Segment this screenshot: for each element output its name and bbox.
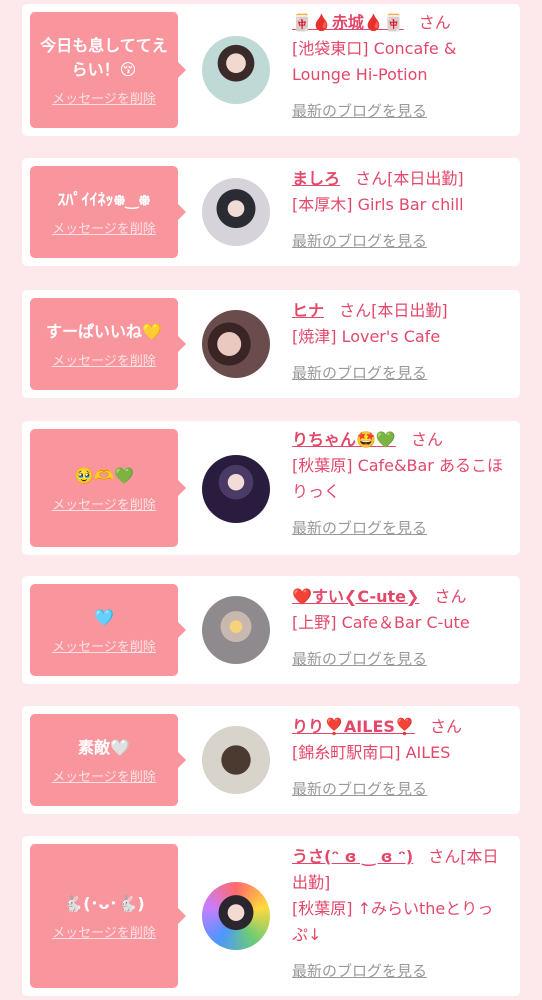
cast-suffix: さん (434, 587, 467, 606)
cast-info: ❤️すい❮C-ute❯ さん [上野] Cafe＆Bar C-ute 最新のブロ… (292, 584, 506, 672)
delete-message-link[interactable]: メッセージを削除 (52, 88, 156, 107)
message-text: 今日も息しててえらい！😚 (40, 35, 168, 79)
message-text: 素敵🤍 (78, 737, 130, 757)
cast-name-link[interactable]: うさ(ᵔ ɞ ‿ ɞ ᵔ) (292, 847, 413, 866)
shop-name: [池袋東口] Concafe & Lounge Hi-Potion (292, 39, 457, 84)
shop-name: [焼津] Lover's Cafe (292, 327, 441, 346)
message-bubble: 今日も息しててえらい！😚 メッセージを削除 (30, 12, 186, 128)
message-text: 🩵 (94, 607, 114, 627)
cast-name-link[interactable]: りちゃん🤩💚 (292, 430, 396, 449)
message-card: 素敵🤍 メッセージを削除 りり❣️AILES❣️ さん [錦糸町駅南口] AIL… (22, 706, 520, 814)
cast-info: りちゃん🤩💚 さん [秋葉原] Cafe&Bar あるこほりっく 最新のブログを… (292, 427, 506, 541)
message-bubble: 🐇(･ᴗ･🐇) メッセージを削除 (30, 844, 186, 988)
shop-name: [上野] Cafe＆Bar C-ute (292, 613, 470, 632)
avatar[interactable] (202, 726, 270, 794)
message-card: 🩵 メッセージを削除 ❤️すい❮C-ute❯ さん [上野] Cafe＆Bar … (22, 576, 520, 684)
cast-suffix: さん[本日出勤] (339, 301, 448, 320)
avatar[interactable] (202, 596, 270, 664)
avatar[interactable] (202, 36, 270, 104)
shop-name: [本厚木] Girls Bar chill (292, 195, 464, 214)
cast-suffix: さん (410, 430, 443, 449)
cast-info: ヒナ さん[本日出勤] [焼津] Lover's Cafe 最新のブログを見る (292, 298, 506, 386)
latest-blog-link[interactable]: 最新のブログを見る (292, 98, 427, 124)
message-bubble: ｽﾊﾟｲｲﾈｯ᪥‿᪥ メッセージを削除 (30, 166, 186, 258)
avatar[interactable] (202, 882, 270, 950)
message-bubble: 🥹🫶💚 メッセージを削除 (30, 429, 186, 547)
cast-name-link[interactable]: ましろ (292, 169, 340, 188)
delete-message-link[interactable]: メッセージを削除 (52, 494, 156, 513)
avatar[interactable] (202, 455, 270, 523)
message-card: ｽﾊﾟｲｲﾈｯ᪥‿᪥ メッセージを削除 ましろ さん[本日出勤] [本厚木] G… (22, 158, 520, 266)
cast-name-link[interactable]: りり❣️AILES❣️ (292, 717, 415, 736)
message-text: すーぱいいね💛 (46, 321, 162, 341)
delete-message-link[interactable]: メッセージを削除 (52, 636, 156, 655)
message-bubble: すーぱいいね💛 メッセージを削除 (30, 298, 186, 390)
latest-blog-link[interactable]: 最新のブログを見る (292, 515, 427, 541)
delete-message-link[interactable]: メッセージを削除 (52, 218, 156, 237)
cast-info: りり❣️AILES❣️ さん [錦糸町駅南口] AILES 最新のブログを見る (292, 714, 506, 802)
latest-blog-link[interactable]: 最新のブログを見る (292, 958, 427, 984)
cast-info: 🀄🩸赤城🩸🀄 さん [池袋東口] Concafe & Lounge Hi-Pot… (292, 10, 506, 124)
message-bubble: 素敵🤍 メッセージを削除 (30, 714, 186, 806)
latest-blog-link[interactable]: 最新のブログを見る (292, 228, 427, 254)
delete-message-link[interactable]: メッセージを削除 (52, 350, 156, 369)
message-text: 🐇(･ᴗ･🐇) (63, 893, 145, 913)
latest-blog-link[interactable]: 最新のブログを見る (292, 776, 427, 802)
message-card: 今日も息しててえらい！😚 メッセージを削除 🀄🩸赤城🩸🀄 さん [池袋東口] C… (22, 4, 520, 136)
message-card: すーぱいいね💛 メッセージを削除 ヒナ さん[本日出勤] [焼津] Lover'… (22, 290, 520, 398)
latest-blog-link[interactable]: 最新のブログを見る (292, 646, 427, 672)
message-card: 🥹🫶💚 メッセージを削除 りちゃん🤩💚 さん [秋葉原] Cafe&Bar ある… (22, 421, 520, 555)
avatar[interactable] (202, 178, 270, 246)
cast-name-link[interactable]: ❤️すい❮C-ute❯ (292, 587, 419, 606)
cast-name-link[interactable]: ヒナ (292, 301, 324, 320)
cast-info: ましろ さん[本日出勤] [本厚木] Girls Bar chill 最新のブロ… (292, 166, 506, 254)
latest-blog-link[interactable]: 最新のブログを見る (292, 360, 427, 386)
avatar[interactable] (202, 310, 270, 378)
message-text: 🥹🫶💚 (74, 465, 134, 485)
shop-name: [秋葉原] ↑みらいtheとりっぷ↓ (292, 899, 494, 944)
message-text: ｽﾊﾟｲｲﾈｯ᪥‿᪥ (57, 189, 151, 209)
shop-name: [秋葉原] Cafe&Bar あるこほりっく (292, 456, 503, 501)
message-card: 🐇(･ᴗ･🐇) メッセージを削除 うさ(ᵔ ɞ ‿ ɞ ᵔ) さん[本日出勤] … (22, 836, 520, 996)
message-bubble: 🩵 メッセージを削除 (30, 584, 186, 676)
shop-name: [錦糸町駅南口] AILES (292, 743, 451, 762)
cast-suffix: さん[本日出勤] (355, 169, 464, 188)
delete-message-link[interactable]: メッセージを削除 (52, 922, 156, 941)
cast-name-link[interactable]: 🀄🩸赤城🩸🀄 (292, 13, 404, 32)
cast-suffix: さん (418, 13, 451, 32)
cast-suffix: さん (429, 717, 462, 736)
delete-message-link[interactable]: メッセージを削除 (52, 766, 156, 785)
cast-info: うさ(ᵔ ɞ ‿ ɞ ᵔ) さん[本日出勤] [秋葉原] ↑みらいtheとりっぷ… (292, 844, 506, 984)
